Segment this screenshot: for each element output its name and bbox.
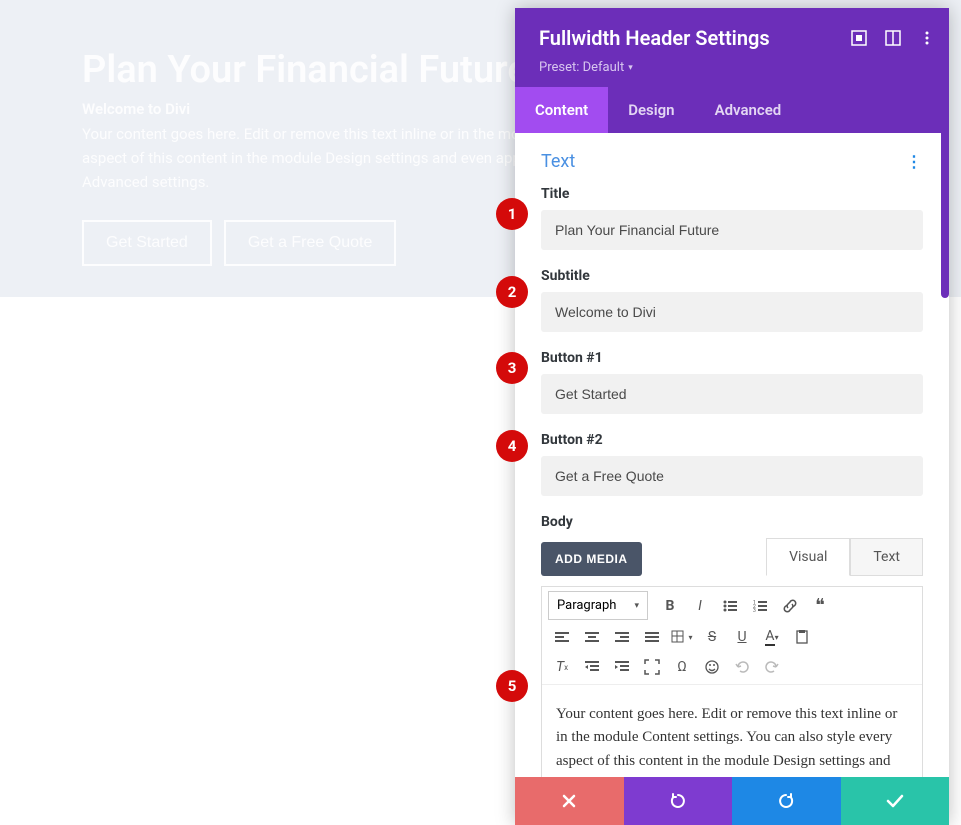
snap-icon[interactable] bbox=[851, 30, 867, 46]
settings-panel: Fullwidth Header Settings Preset: Defaul… bbox=[515, 8, 949, 825]
section-header: Text ⋮ bbox=[541, 151, 923, 172]
section-title[interactable]: Text bbox=[541, 151, 575, 172]
outdent-icon[interactable] bbox=[578, 654, 606, 680]
editor-toolbar: Paragraph B I 123 ❝ ▾ S U A▾ bbox=[542, 587, 922, 685]
confirm-button[interactable] bbox=[841, 777, 950, 825]
emoji-icon[interactable] bbox=[698, 654, 726, 680]
panel-footer bbox=[515, 777, 949, 825]
callout-3: 3 bbox=[496, 352, 528, 384]
bold-icon[interactable]: B bbox=[656, 593, 684, 619]
editor-mode-tabs: Visual Text bbox=[766, 538, 923, 576]
underline-icon[interactable]: U bbox=[728, 624, 756, 650]
tab-advanced[interactable]: Advanced bbox=[695, 87, 802, 133]
tab-content[interactable]: Content bbox=[515, 87, 608, 133]
redo-button[interactable] bbox=[732, 777, 841, 825]
paste-icon[interactable] bbox=[788, 624, 816, 650]
kebab-menu-icon[interactable] bbox=[919, 30, 935, 46]
subtitle-label: Subtitle bbox=[541, 268, 923, 284]
text-color-icon[interactable]: A▾ bbox=[758, 624, 786, 650]
button2-input[interactable] bbox=[541, 456, 923, 496]
svg-text:3: 3 bbox=[753, 608, 756, 614]
callout-4: 4 bbox=[496, 430, 528, 462]
clear-format-icon[interactable]: Tx bbox=[548, 654, 576, 680]
align-justify-icon[interactable] bbox=[638, 624, 666, 650]
title-label: Title bbox=[541, 186, 923, 202]
cancel-button[interactable] bbox=[515, 777, 624, 825]
link-icon[interactable] bbox=[776, 593, 804, 619]
field-button2: Button #2 bbox=[541, 432, 923, 496]
number-list-icon[interactable]: 123 bbox=[746, 593, 774, 619]
panel-body: Text ⋮ Title Subtitle Button #1 Button #… bbox=[515, 133, 949, 777]
special-char-icon[interactable]: Ω bbox=[668, 654, 696, 680]
undo-icon[interactable] bbox=[728, 654, 756, 680]
mode-tab-text[interactable]: Text bbox=[850, 538, 923, 576]
body-label: Body bbox=[541, 514, 923, 530]
align-right-icon[interactable] bbox=[608, 624, 636, 650]
align-center-icon[interactable] bbox=[578, 624, 606, 650]
field-button1: Button #1 bbox=[541, 350, 923, 414]
table-icon[interactable]: ▾ bbox=[668, 624, 696, 650]
strikethrough-icon[interactable]: S bbox=[698, 624, 726, 650]
preset-selector[interactable]: Preset: Default bbox=[539, 60, 633, 75]
callout-5: 5 bbox=[496, 670, 528, 702]
mode-tab-visual[interactable]: Visual bbox=[766, 538, 850, 576]
body-top-row: ADD MEDIA Visual Text bbox=[541, 538, 923, 576]
panel-header: Fullwidth Header Settings Preset: Defaul… bbox=[515, 8, 949, 87]
title-input[interactable] bbox=[541, 210, 923, 250]
button1-label: Button #1 bbox=[541, 350, 923, 366]
indent-icon[interactable] bbox=[608, 654, 636, 680]
button2-label: Button #2 bbox=[541, 432, 923, 448]
panel-scrollbar[interactable] bbox=[941, 128, 949, 298]
button1-input[interactable] bbox=[541, 374, 923, 414]
preview-button-2[interactable]: Get a Free Quote bbox=[224, 220, 397, 266]
redo-icon[interactable] bbox=[758, 654, 786, 680]
align-left-icon[interactable] bbox=[548, 624, 576, 650]
add-media-button[interactable]: ADD MEDIA bbox=[541, 542, 642, 576]
italic-icon[interactable]: I bbox=[686, 593, 714, 619]
field-subtitle: Subtitle bbox=[541, 268, 923, 332]
callout-1: 1 bbox=[496, 198, 528, 230]
panel-header-icons bbox=[851, 30, 935, 46]
callout-2: 2 bbox=[496, 276, 528, 308]
bullet-list-icon[interactable] bbox=[716, 593, 744, 619]
fullscreen-icon[interactable] bbox=[638, 654, 666, 680]
expand-icon[interactable] bbox=[885, 30, 901, 46]
preview-button-1[interactable]: Get Started bbox=[82, 220, 212, 266]
rich-editor: Paragraph B I 123 ❝ ▾ S U A▾ bbox=[541, 586, 923, 777]
section-kebab-icon[interactable]: ⋮ bbox=[906, 152, 923, 171]
undo-button[interactable] bbox=[624, 777, 733, 825]
quote-icon[interactable]: ❝ bbox=[806, 593, 834, 619]
panel-tabs: Content Design Advanced bbox=[515, 87, 949, 133]
paragraph-select[interactable]: Paragraph bbox=[548, 591, 648, 620]
field-title: Title bbox=[541, 186, 923, 250]
subtitle-input[interactable] bbox=[541, 292, 923, 332]
field-body: Body ADD MEDIA Visual Text Paragraph B I… bbox=[541, 514, 923, 777]
body-editor[interactable]: Your content goes here. Edit or remove t… bbox=[542, 685, 922, 777]
tab-design[interactable]: Design bbox=[608, 87, 694, 133]
